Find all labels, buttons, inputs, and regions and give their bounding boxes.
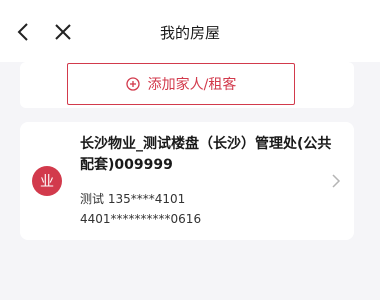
add-family-tenant-button[interactable]: 添加家人/租客 — [67, 63, 295, 105]
plus-circle-icon — [125, 77, 140, 91]
id-number: 4401**********0616 — [80, 212, 202, 226]
chevron-right-icon — [332, 174, 341, 188]
contact-info: 测试 135****4101 — [80, 192, 186, 206]
owner-badge: 业 — [32, 166, 62, 196]
page-title: 我的房屋 — [159, 24, 220, 42]
property-title: 长沙物业_测试楼盘（长沙）管理处(公共配套)009999 — [80, 136, 332, 173]
add-button-label: 添加家人/租客 — [147, 77, 237, 93]
nav-bar: 我的房屋 — [0, 0, 380, 62]
add-section: 添加家人/租客 — [20, 62, 354, 108]
property-card[interactable]: 业 长沙物业_测试楼盘（长沙）管理处(公共配套)009999 测试 135***… — [20, 122, 354, 240]
